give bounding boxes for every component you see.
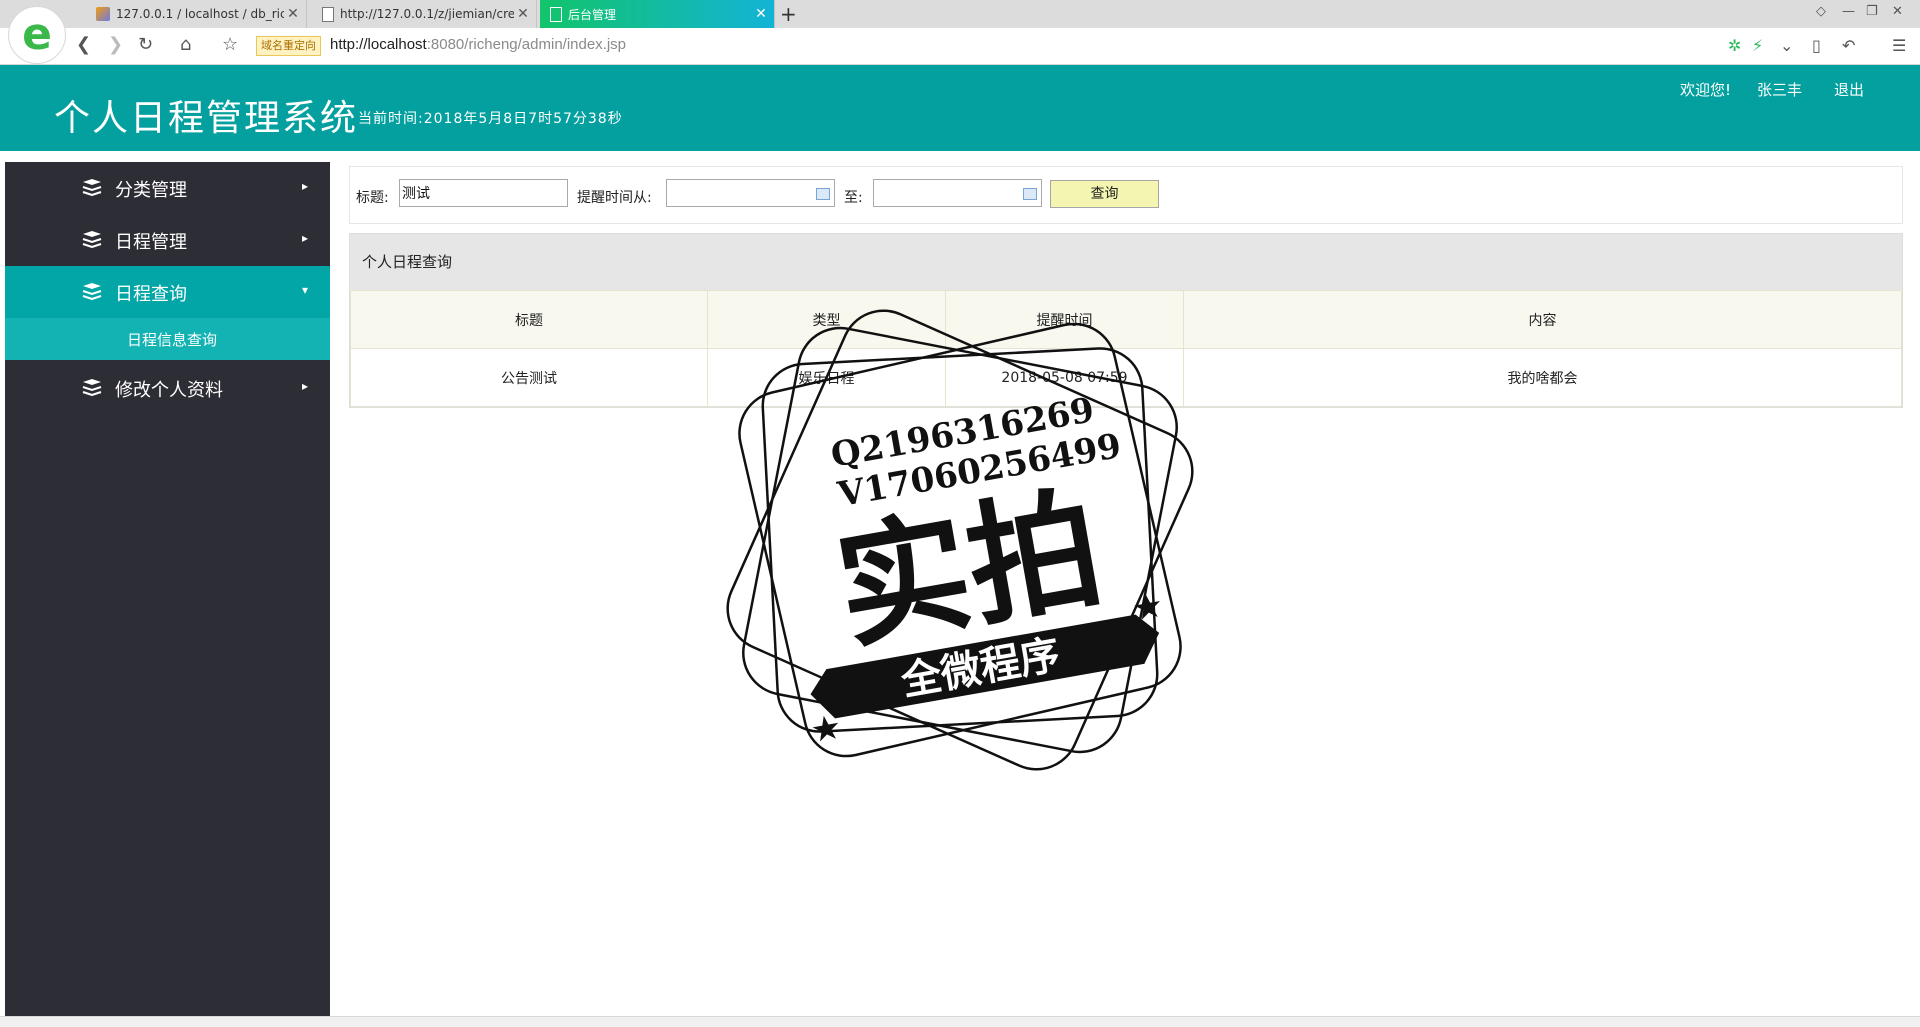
- cell-type: 娱乐日程: [707, 348, 946, 407]
- minimize-icon[interactable]: —: [1842, 4, 1855, 19]
- sidebar-item-label: 日程管理: [115, 232, 187, 253]
- stack-icon: [82, 379, 102, 396]
- watermark-line2: V17060256499: [834, 426, 1124, 515]
- sidebar-item-category[interactable]: 分类管理 ▸: [5, 162, 330, 214]
- close-icon[interactable]: ✕: [752, 6, 770, 22]
- clock-label: 当前时间:: [358, 111, 424, 127]
- remind-from-label: 提醒时间从:: [577, 190, 652, 206]
- column-header-type: 类型: [707, 290, 946, 349]
- star-icon: ★: [1129, 585, 1166, 630]
- table-row[interactable]: 公告测试 娱乐日程 2018-05-08 07:59 我的啥都会: [350, 348, 1902, 407]
- title-label: 标题:: [356, 190, 389, 206]
- page-icon: [322, 6, 334, 22]
- query-button[interactable]: 查询: [1050, 180, 1159, 208]
- cell-remind-time: 2018-05-08 07:59: [945, 348, 1184, 407]
- close-icon[interactable]: ✕: [284, 6, 302, 22]
- menu-icon[interactable]: ☰: [1892, 36, 1906, 55]
- sidebar-item-label: 日程查询: [115, 284, 187, 305]
- url-field[interactable]: http://localhost:8080/richeng/admin/inde…: [330, 36, 626, 53]
- title-input[interactable]: [399, 179, 568, 207]
- submenu-item-label: 日程信息查询: [127, 331, 218, 349]
- stack-icon: [82, 231, 102, 248]
- home-icon[interactable]: ⌂: [180, 34, 191, 55]
- sidebar-item-query[interactable]: 日程查询 ▾: [5, 266, 330, 318]
- url-path: :8080/richeng/admin/index.jsp: [426, 36, 627, 53]
- skin-icon[interactable]: ◇: [1816, 4, 1826, 19]
- stack-icon: [82, 283, 102, 300]
- redirect-badge[interactable]: 域名重定向: [256, 36, 321, 56]
- close-icon[interactable]: ✕: [514, 6, 532, 22]
- app-header: 个人日程管理系统 当前时间:2018年5月8日7时57分38秒 欢迎您! 张三丰…: [0, 65, 1920, 151]
- chevron-right-icon: ▸: [301, 379, 308, 393]
- sidebar-item-schedule[interactable]: 日程管理 ▸: [5, 214, 330, 266]
- table-header-row: 标题 类型 提醒时间 内容: [350, 290, 1902, 349]
- calendar-icon[interactable]: [816, 188, 830, 200]
- page-icon: [550, 6, 562, 22]
- search-form: 标题: 提醒时间从: 至: 查询: [349, 166, 1903, 224]
- lightning-icon[interactable]: ⚡: [1752, 36, 1763, 55]
- results-panel: 个人日程查询 标题 类型 提醒时间 内容 公告测试 娱乐日程 2018-05-0…: [349, 233, 1903, 408]
- sidebar-item-label: 修改个人资料: [115, 380, 223, 401]
- column-header-title: 标题: [350, 290, 708, 349]
- refresh-plugin-icon[interactable]: ✲: [1728, 36, 1741, 55]
- clock-value: 2018年5月8日7时57分38秒: [423, 111, 623, 127]
- address-bar: ❮ ❯ ↻ ⌂ ☆ 域名重定向 http://localhost:8080/ri…: [0, 28, 1920, 65]
- app-title: 个人日程管理系统: [54, 98, 359, 139]
- new-tab-button[interactable]: +: [780, 2, 797, 26]
- username-link[interactable]: 张三丰: [1757, 79, 1802, 100]
- phone-icon[interactable]: ▯: [1812, 36, 1821, 55]
- stack-icon: [82, 179, 102, 196]
- watermark-big-text: 实拍: [826, 471, 1113, 669]
- reload-icon[interactable]: ↻: [138, 34, 153, 55]
- sidebar-item-label: 分类管理: [115, 180, 187, 201]
- chevron-right-icon: ▸: [301, 231, 308, 245]
- url-host: http://localhost: [330, 36, 427, 53]
- star-icon: ★: [808, 707, 845, 752]
- tab-title: 127.0.0.1 / localhost / db_rich: [116, 7, 284, 21]
- close-window-icon[interactable]: ✕: [1892, 4, 1903, 19]
- undo-icon[interactable]: ↶: [1842, 36, 1855, 55]
- column-header-content: 内容: [1183, 290, 1902, 349]
- calendar-icon[interactable]: [1023, 188, 1037, 200]
- sidebar: 分类管理 ▸ 日程管理 ▸ 日程查询 ▾ 日程信息查询 修改个人资料 ▸: [5, 162, 330, 1026]
- results-table: 标题 类型 提醒时间 内容 公告测试 娱乐日程 2018-05-08 07:59…: [350, 290, 1902, 407]
- logout-link[interactable]: 退出: [1834, 79, 1864, 100]
- back-icon[interactable]: ❮: [76, 34, 91, 55]
- forward-icon[interactable]: ❯: [108, 34, 123, 55]
- remind-from-date-input[interactable]: [666, 179, 835, 207]
- browser-tab-jiemian[interactable]: http://127.0.0.1/z/jiemian/cre ✕: [312, 0, 537, 28]
- panel-title: 个人日程查询: [350, 234, 1902, 290]
- restore-icon[interactable]: ❐: [1866, 4, 1878, 19]
- submenu-item-schedule-info-query[interactable]: 日程信息查询: [5, 318, 330, 360]
- tab-title: 后台管理: [568, 7, 617, 22]
- browser-tab-bar: 127.0.0.1 / localhost / db_rich ✕ http:/…: [0, 0, 1920, 29]
- welcome-text: 欢迎您!: [1680, 81, 1732, 99]
- browser-tab-phpmyadmin[interactable]: 127.0.0.1 / localhost / db_rich ✕: [86, 0, 307, 28]
- dropdown-icon[interactable]: ⌄: [1780, 36, 1793, 55]
- chevron-right-icon: ▸: [301, 179, 308, 193]
- remind-to-date-input[interactable]: [873, 179, 1042, 207]
- phpmyadmin-icon: [96, 7, 110, 21]
- to-label: 至:: [844, 190, 863, 206]
- cell-content: 我的啥都会: [1183, 348, 1902, 407]
- cell-title: 公告测试: [350, 348, 708, 407]
- watermark-ribbon-text: 全微程序: [897, 632, 1064, 705]
- sidebar-item-profile[interactable]: 修改个人资料 ▸: [5, 362, 330, 414]
- star-icon[interactable]: ☆: [222, 34, 238, 55]
- browser-status-bar: [0, 1016, 1920, 1027]
- current-time: 当前时间:2018年5月8日7时57分38秒: [358, 108, 623, 128]
- column-header-remind-time: 提醒时间: [945, 290, 1184, 349]
- chevron-down-icon: ▾: [301, 283, 308, 297]
- tab-title: http://127.0.0.1/z/jiemian/cre: [340, 7, 514, 21]
- browser-tab-admin[interactable]: 后台管理 ✕: [540, 0, 775, 28]
- browser-logo-icon[interactable]: e: [8, 6, 66, 64]
